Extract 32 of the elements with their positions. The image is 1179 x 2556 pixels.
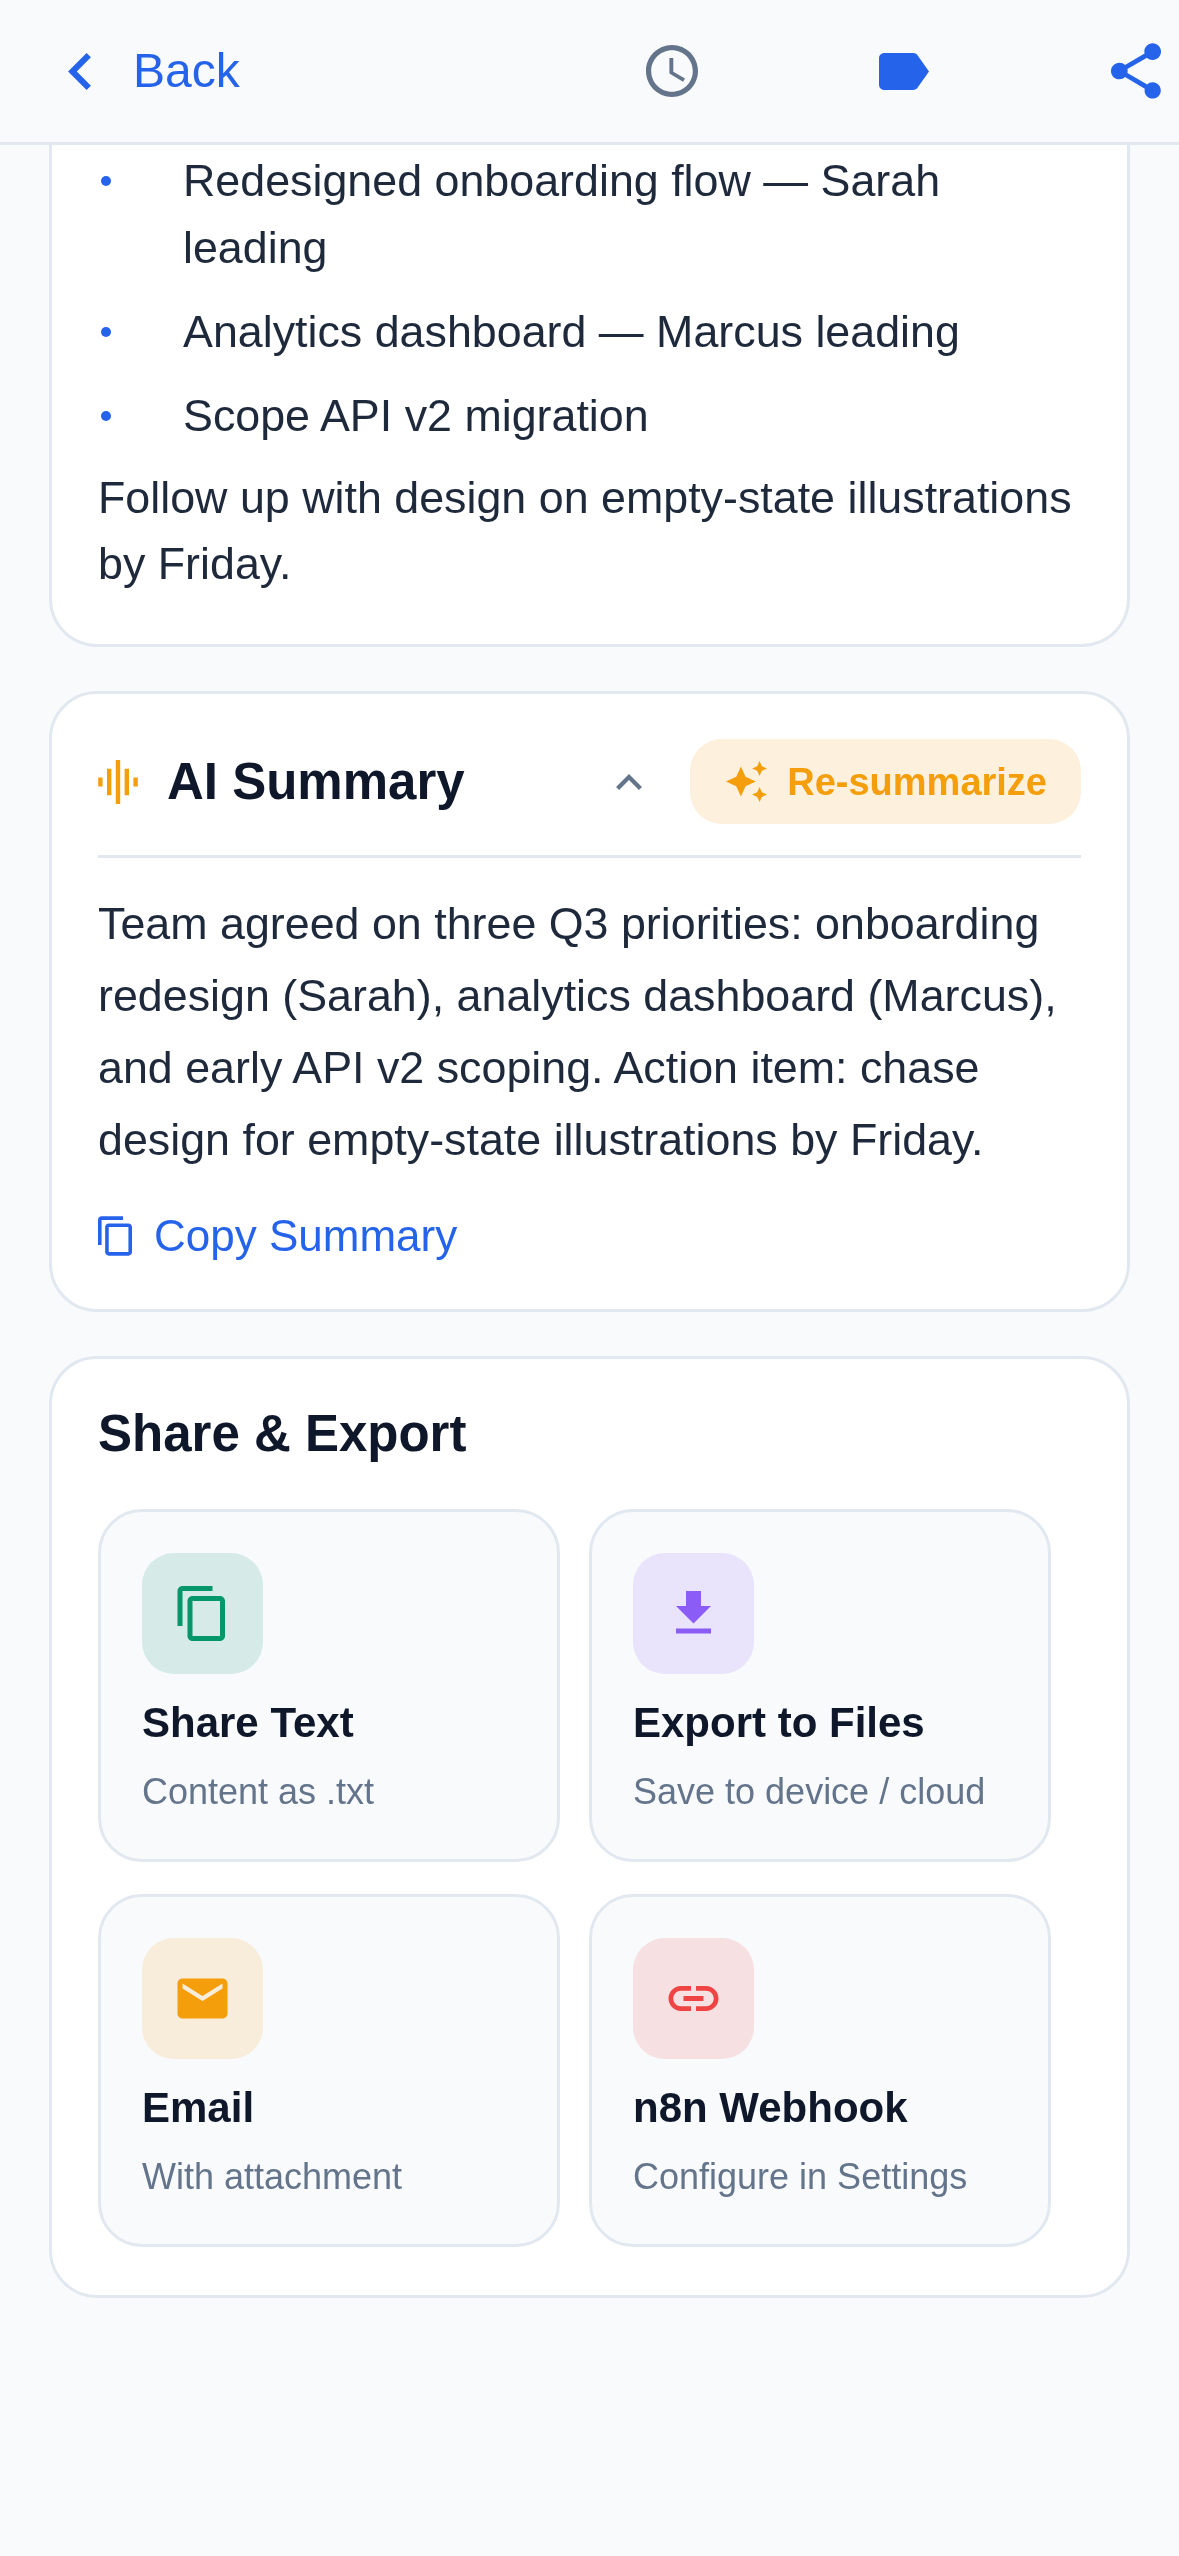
export-option-card[interactable]: Share Text Content as .txt bbox=[98, 1509, 560, 1862]
chevron-left-icon bbox=[68, 52, 91, 90]
share-icon bbox=[1111, 43, 1161, 99]
list-item-text: Analytics dashboard — Marcus leading bbox=[183, 305, 960, 358]
card-title: Share & Export bbox=[98, 1404, 468, 1464]
bullet-icon bbox=[101, 176, 111, 186]
back-button[interactable]: Back bbox=[58, 33, 250, 109]
card-title: AI Summary bbox=[167, 751, 466, 812]
list-item-text: Scope API v2 migration bbox=[183, 389, 649, 442]
copy-summary-link[interactable]: Copy Summary bbox=[98, 1211, 458, 1261]
chevron-up-icon bbox=[616, 773, 643, 790]
option-subtitle: Configure in Settings bbox=[633, 2155, 968, 2199]
bullet-icon bbox=[101, 411, 111, 421]
summary-text: Team agreed on three Q3 priorities: onboarding redesign (Sarah), analytics dashboard (Marcus), and early API v2 scoping. Action item: chase design for empty-state illustrations by Friday. bbox=[98, 897, 1058, 1166]
option-title: Email bbox=[142, 2083, 255, 2133]
export-option-card[interactable]: Email With attachment bbox=[98, 1894, 560, 2247]
list-item-text: Redesigned onboarding flow — Sarah leading bbox=[183, 154, 942, 274]
bullet-icon bbox=[101, 327, 111, 337]
tag-icon bbox=[879, 52, 929, 90]
option-subtitle: Save to device / cloud bbox=[633, 1770, 986, 1814]
export-option-card[interactable]: Export to Files Save to device / cloud bbox=[589, 1509, 1051, 1862]
option-title: n8n Webhook bbox=[633, 2083, 908, 2133]
sparkles-icon bbox=[726, 761, 768, 802]
option-title: Export to Files bbox=[633, 1698, 925, 1748]
waveform-icon bbox=[98, 759, 138, 804]
option-title: Share Text bbox=[142, 1698, 354, 1748]
option-subtitle: Content as .txt bbox=[142, 1770, 375, 1814]
clock-icon bbox=[646, 45, 698, 97]
note-paragraph: Follow up with design on empty-state illustrations by Friday. bbox=[98, 471, 1073, 590]
option-subtitle: With attachment bbox=[142, 2155, 403, 2199]
copy-icon bbox=[98, 1216, 132, 1256]
export-option-card[interactable]: n8n Webhook Configure in Settings bbox=[589, 1894, 1051, 2247]
